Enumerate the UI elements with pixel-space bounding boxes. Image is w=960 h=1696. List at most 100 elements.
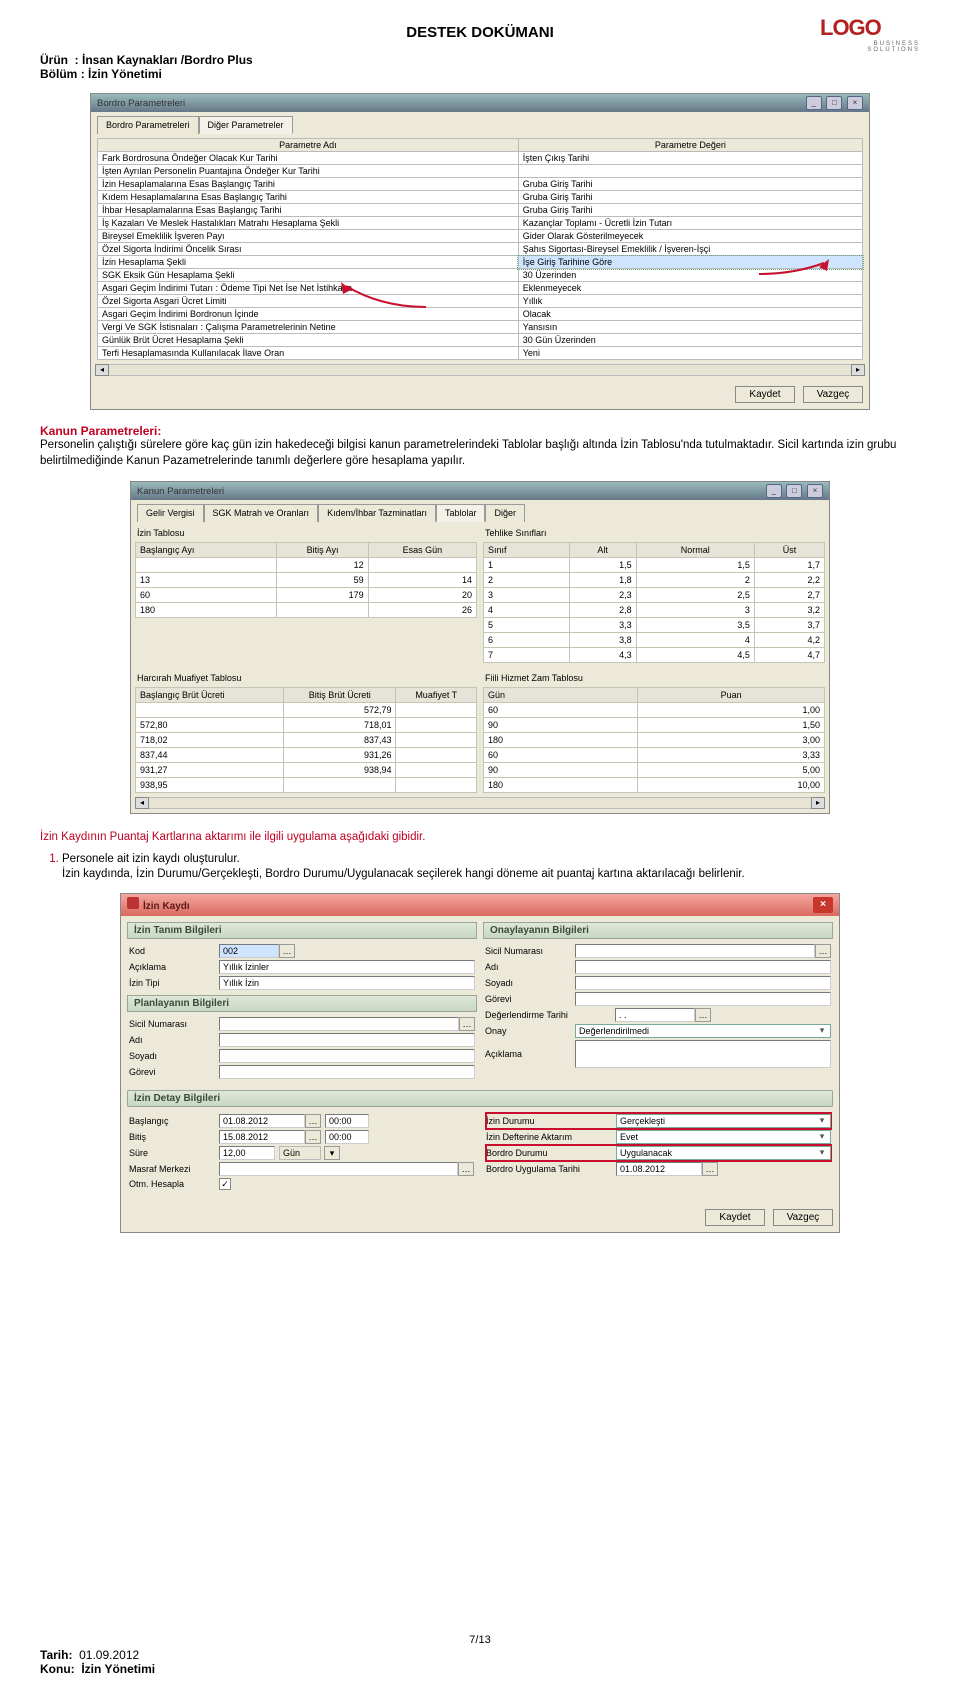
close-button[interactable]: × [847, 96, 863, 110]
vazgec-button[interactable]: Vazgeç [803, 386, 863, 403]
baslangic-saat[interactable]: 00:00 [325, 1114, 369, 1128]
minimize-button[interactable]: _ [806, 96, 822, 110]
table-row[interactable]: İhbar Hesaplamalarına Esas Başlangıç Tar… [98, 204, 863, 217]
horizontal-scrollbar[interactable]: ◂▸ [91, 364, 869, 380]
baslangic-picker[interactable]: … [305, 1114, 321, 1128]
table-row[interactable]: 21,822,2 [484, 573, 825, 588]
gorevi-o-input[interactable] [575, 992, 831, 1006]
soyadi-input[interactable] [219, 1049, 475, 1063]
table-row[interactable]: 1803,00 [484, 733, 825, 748]
table-row[interactable]: 6017920 [136, 588, 477, 603]
bitis-saat[interactable]: 00:00 [325, 1130, 369, 1144]
sure-birim: Gün [279, 1146, 321, 1160]
kaydet-button[interactable]: Kaydet [735, 386, 795, 403]
tab-gelir-vergisi[interactable]: Gelir Vergisi [137, 504, 204, 522]
onay-dropdown[interactable]: Değerlendirilmedi [575, 1024, 831, 1038]
table-row[interactable]: İzin Hesaplama Şekliİşe Giriş Tarihine G… [98, 256, 863, 269]
window-title: Bordro Parametreleri [97, 98, 185, 109]
table-row[interactable]: 938,95 [136, 778, 477, 793]
table-row[interactable]: 74,34,54,7 [484, 648, 825, 663]
defter-dropdown[interactable]: Evet [616, 1130, 831, 1144]
page-footer: 7/13 Tarih: 01.09.2012 Konu: İzin Yöneti… [40, 1634, 920, 1676]
table-row[interactable]: 603,33 [484, 748, 825, 763]
table-row[interactable]: Vergi Ve SGK İstisnaları : Çalışma Param… [98, 321, 863, 334]
table-row[interactable]: 32,32,52,7 [484, 588, 825, 603]
table-row[interactable]: 53,33,53,7 [484, 618, 825, 633]
gorevi-input[interactable] [219, 1065, 475, 1079]
table-row[interactable]: Fark Bordrosuna Öndeğer Olacak Kur Tarih… [98, 152, 863, 165]
table-row[interactable]: 601,00 [484, 703, 825, 718]
vazgec-button[interactable]: Vazgeç [773, 1209, 833, 1226]
soyadi-o-input[interactable] [575, 976, 831, 990]
aciklama-input[interactable]: Yıllık İzinler [219, 960, 475, 974]
table-row[interactable]: Günlük Brüt Ücret Hesaplama Şekli30 Gün … [98, 334, 863, 347]
horizontal-scrollbar[interactable]: ◂▸ [131, 797, 829, 813]
table-row[interactable]: 718,02837,43 [136, 733, 477, 748]
izin-durumu-dropdown[interactable]: Gerçekleşti [616, 1114, 831, 1128]
col-parametre-adi: Parametre Adı [98, 139, 519, 152]
bordro-durumu-dropdown[interactable]: Uygulanacak [616, 1146, 831, 1160]
close-button[interactable]: × [807, 484, 823, 498]
bordro-tarih-input[interactable]: 01.08.2012 [616, 1162, 702, 1176]
bordro-tarih-picker[interactable]: … [702, 1162, 718, 1176]
table-row[interactable]: Asgari Geçim İndirimi Tutarı : Ödeme Tip… [98, 282, 863, 295]
table-row[interactable]: Terfi Hesaplamasında Kullanılacak İlave … [98, 347, 863, 360]
table-row[interactable]: Özel Sigorta Asgari Ücret LimitiYıllık [98, 295, 863, 308]
sicil-o-input[interactable] [575, 944, 815, 958]
close-button[interactable]: × [813, 897, 833, 913]
table-row[interactable]: 837,44931,26 [136, 748, 477, 763]
masraf-input[interactable] [219, 1162, 458, 1176]
table-row[interactable]: Kıdem Hesaplamalarına Esas Başlangıç Tar… [98, 191, 863, 204]
maximize-button[interactable]: □ [826, 96, 842, 110]
tab-diger[interactable]: Diğer [485, 504, 525, 522]
table-row[interactable]: İşten Ayrılan Personelin Puantajına Önde… [98, 165, 863, 178]
tab-diger-parametreler[interactable]: Diğer Parametreler [199, 116, 293, 134]
masraf-picker[interactable]: … [458, 1162, 474, 1176]
degerlendirme-input[interactable]: . . [615, 1008, 695, 1022]
lbl-sicil: Sicil Numarası [129, 1019, 219, 1029]
table-row[interactable]: İş Kazaları Ve Meslek Hastalıkları Matra… [98, 217, 863, 230]
table-row[interactable]: 63,844,2 [484, 633, 825, 648]
tab-sgk-matrah[interactable]: SGK Matrah ve Oranları [204, 504, 319, 522]
tab-tablolar[interactable]: Tablolar [436, 504, 486, 522]
table-row[interactable]: 18026 [136, 603, 477, 618]
aciklama2-input[interactable] [575, 1040, 831, 1068]
kod-input[interactable]: 002 [219, 944, 279, 958]
table-row[interactable]: 11,51,51,7 [484, 558, 825, 573]
adi-input[interactable] [219, 1033, 475, 1047]
baslangic-input[interactable]: 01.08.2012 [219, 1114, 305, 1128]
table-row[interactable]: 135914 [136, 573, 477, 588]
table-row[interactable]: 12 [136, 558, 477, 573]
table-row[interactable]: 901,50 [484, 718, 825, 733]
table-row[interactable]: İzin Hesaplamalarına Esas Başlangıç Tari… [98, 178, 863, 191]
window-title: İzin Kaydı [143, 901, 190, 912]
table-row[interactable]: 572,80718,01 [136, 718, 477, 733]
sure-dd[interactable]: ▾ [324, 1146, 340, 1160]
otm-checkbox[interactable]: ✓ [219, 1178, 231, 1190]
sicil-o-picker[interactable]: … [815, 944, 831, 958]
table-row[interactable]: 18010,00 [484, 778, 825, 793]
kaydet-button[interactable]: Kaydet [705, 1209, 765, 1226]
table-row[interactable]: Bireysel Emeklilik İşveren PayıGider Ola… [98, 230, 863, 243]
kod-picker[interactable]: … [279, 944, 295, 958]
table-row[interactable]: 905,00 [484, 763, 825, 778]
table-row[interactable]: 931,27938,94 [136, 763, 477, 778]
table-row[interactable]: SGK Eksik Gün Hesaplama Şekli30 Üzerinde… [98, 269, 863, 282]
tehlike-tablosu: Sınıf Alt Normal Üst 11,51,51,721,822,23… [483, 542, 825, 663]
sicil-picker[interactable]: … [459, 1017, 475, 1031]
bitis-picker[interactable]: … [305, 1130, 321, 1144]
maximize-button[interactable]: □ [786, 484, 802, 498]
sicil-input[interactable] [219, 1017, 459, 1031]
table-row[interactable]: 572,79 [136, 703, 477, 718]
table-row[interactable]: Asgari Geçim İndirimi Bordronun İçindeOl… [98, 308, 863, 321]
sure-input[interactable]: 12,00 [219, 1146, 275, 1160]
table-row[interactable]: Özel Sigorta İndirimi Öncelik SırasıŞahı… [98, 243, 863, 256]
izintipi-input[interactable]: Yıllık İzin [219, 976, 475, 990]
tab-kidem-ihbar[interactable]: Kıdem/İhbar Tazminatları [318, 504, 436, 522]
table-row[interactable]: 42,833,2 [484, 603, 825, 618]
tab-bordro-parametreleri[interactable]: Bordro Parametreleri [97, 116, 199, 134]
degerlendirme-picker[interactable]: … [695, 1008, 711, 1022]
minimize-button[interactable]: _ [766, 484, 782, 498]
bitis-input[interactable]: 15.08.2012 [219, 1130, 305, 1144]
adi-o-input[interactable] [575, 960, 831, 974]
